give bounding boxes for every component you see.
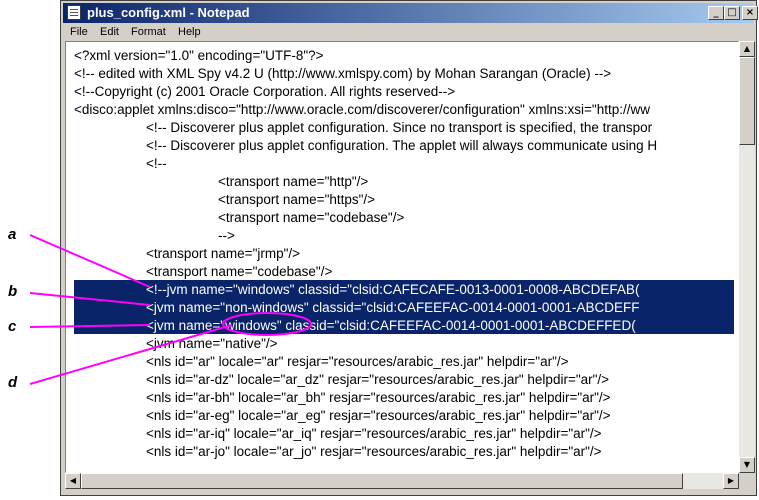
menu-format[interactable]: Format [131, 26, 166, 38]
minimize-button[interactable]: _ [708, 6, 724, 20]
notepad-window: plus_config.xml - Notepad _ □ × File Edi… [60, 0, 758, 496]
text-line: <nls id="ar-dz" locale="ar_dz" resjar="r… [146, 372, 610, 387]
text-line: <!-- [146, 156, 167, 171]
window-title: plus_config.xml - Notepad [87, 5, 250, 20]
text-line: <!--Copyright (c) 2001 Oracle Corporatio… [74, 84, 456, 99]
menu-file[interactable]: File [70, 26, 88, 38]
text-line-selected: <jvm name="windows" classid="clsid:CAFEE… [146, 318, 636, 333]
text-line: <nls id="ar-iq" locale="ar_iq" resjar="r… [146, 426, 602, 441]
scroll-down-icon[interactable]: ▼ [739, 457, 755, 473]
text-line: <transport name="codebase"/> [146, 264, 333, 279]
close-button[interactable]: × [742, 6, 758, 20]
vertical-scrollbar[interactable]: ▲ ▼ [739, 41, 755, 473]
menu-bar: File Edit Format Help [63, 24, 754, 42]
horizontal-scroll-thumb[interactable] [81, 473, 683, 489]
text-line: <nls id="ar-jo" locale="ar_jo" resjar="r… [146, 444, 602, 459]
text-line: <!-- Discoverer plus applet configuratio… [146, 138, 658, 153]
menu-help[interactable]: Help [178, 26, 201, 38]
resize-grip[interactable] [739, 473, 755, 489]
text-line: <!-- edited with XML Spy v4.2 U (http://… [74, 66, 612, 81]
callout-label-a: a [8, 226, 17, 243]
text-editor[interactable]: <?xml version="1.0" encoding="UTF-8"?> <… [65, 41, 739, 473]
callout-label-d: d [8, 374, 18, 391]
maximize-button[interactable]: □ [724, 6, 740, 20]
title-bar[interactable]: plus_config.xml - Notepad _ □ × [63, 3, 758, 23]
vertical-scroll-thumb[interactable] [739, 57, 755, 145]
text-line: <?xml version="1.0" encoding="UTF-8"?> [74, 48, 324, 63]
scroll-up-icon[interactable]: ▲ [739, 41, 755, 57]
text-line: <nls id="ar-bh" locale="ar_bh" resjar="r… [146, 390, 611, 405]
text-line-selected: <!--jvm name="windows" classid="clsid:CA… [146, 282, 640, 297]
text-line: --> [218, 228, 235, 243]
text-line: <transport name="https"/> [218, 192, 376, 207]
text-line: <disco:applet xmlns:disco="http://www.or… [74, 102, 650, 117]
text-line: <nls id="ar-eg" locale="ar_eg" resjar="r… [146, 408, 611, 423]
scroll-right-icon[interactable]: ▶ [723, 473, 739, 489]
menu-edit[interactable]: Edit [100, 26, 119, 38]
callout-label-c: c [8, 318, 17, 335]
scroll-left-icon[interactable]: ◀ [65, 473, 81, 489]
callout-label-b: b [8, 283, 18, 300]
text-line: <!-- Discoverer plus applet configuratio… [146, 120, 653, 135]
text-line: <nls id="ar" locale="ar" resjar="resourc… [146, 354, 569, 369]
text-line: <transport name="jrmp"/> [146, 246, 301, 261]
notepad-icon [67, 5, 81, 20]
text-line: <transport name="codebase"/> [218, 210, 405, 225]
text-line-selected: <jvm name="non-windows" classid="clsid:C… [146, 300, 640, 315]
text-line: <transport name="http"/> [218, 174, 369, 189]
text-line: <jvm name="native"/> [146, 336, 278, 351]
horizontal-scrollbar[interactable]: ◀ ▶ [65, 473, 739, 489]
